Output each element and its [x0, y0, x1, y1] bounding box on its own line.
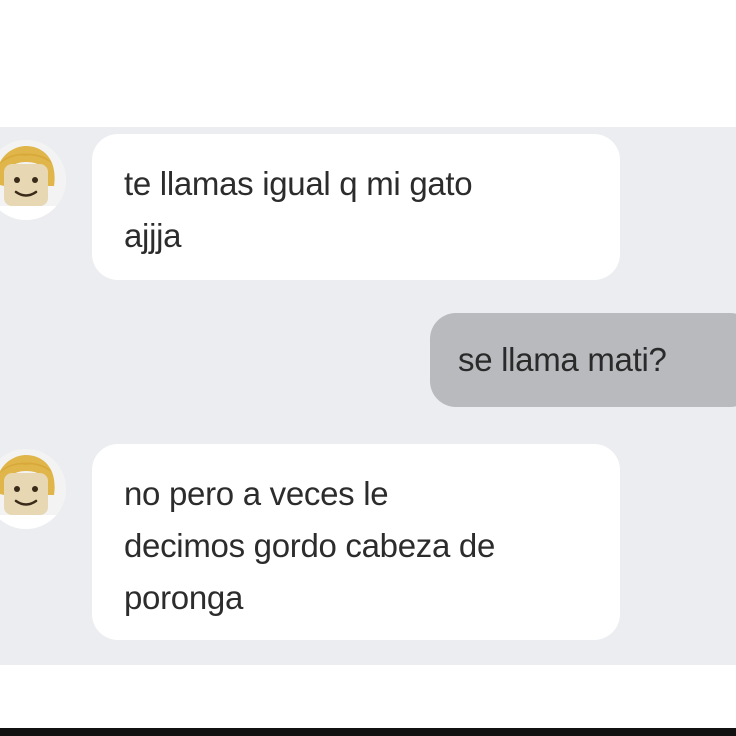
bottom-divider — [0, 728, 736, 736]
message-text-line: no pero a veces le — [124, 475, 389, 512]
message-text-line: se llama mati? — [458, 341, 667, 378]
message-text-line: poronga — [124, 579, 244, 616]
outgoing-message-bubble[interactable]: se llama mati? — [430, 313, 736, 407]
incoming-message-bubble[interactable]: no pero a veces le decimos gordo cabeza … — [92, 444, 620, 640]
incoming-message-bubble[interactable]: te llamas igual q mi gato ajjja — [92, 134, 620, 280]
message-text-line: decimos gordo cabeza de — [124, 527, 496, 564]
message-text-line: te llamas igual q mi gato — [124, 165, 473, 202]
message-text-line: ajjja — [124, 217, 182, 254]
